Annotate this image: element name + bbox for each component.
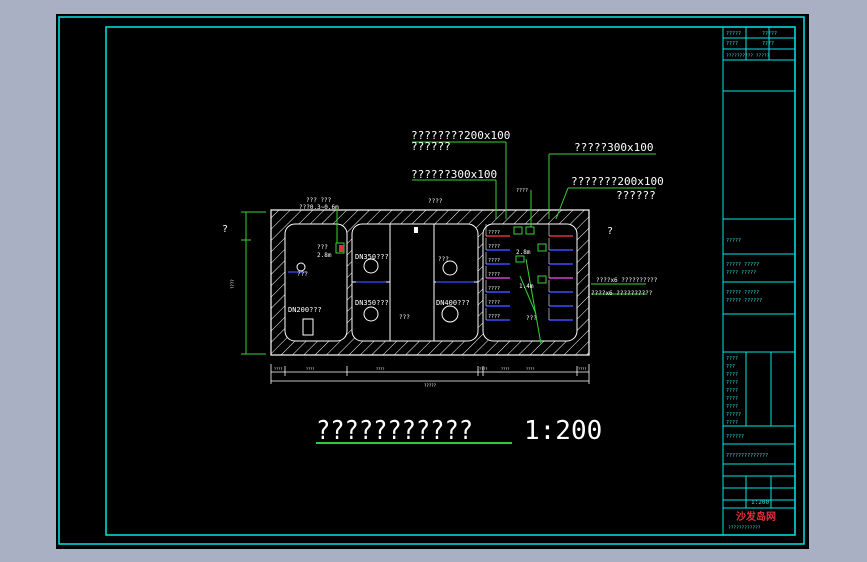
- tb-left-item: ????: [726, 388, 738, 394]
- bracket-label: ????: [488, 244, 500, 250]
- tb-left-item: ?????: [726, 412, 741, 418]
- side-left-mark: ?: [222, 224, 228, 235]
- title-block: ????? ????? ???? ???? ?????????? ????? ?…: [722, 27, 795, 535]
- tb-drawing-title: ??????????????: [726, 453, 768, 459]
- tray-right-1: ???????200x100: [571, 175, 664, 188]
- tb-mid-2: ????? ?????: [726, 262, 759, 268]
- bracket-label: ????: [488, 272, 500, 278]
- bottom-dim-label: ????: [376, 367, 384, 371]
- bottom-total: ?????: [424, 383, 437, 388]
- company-logo: 沙发岛网: [736, 510, 776, 523]
- side-right-mark: ?: [607, 226, 613, 237]
- bottom-dimensions: [270, 364, 590, 384]
- left-tag: ???: [317, 244, 328, 251]
- bottom-dim-label: ????: [526, 367, 534, 371]
- tb-top-1: ?????: [762, 31, 777, 37]
- tb-left-item: ????: [726, 396, 738, 402]
- tb-mid-3: ???? ?????: [726, 270, 756, 276]
- left-tag-2: ???: [297, 271, 308, 278]
- company-sub: ????????????: [728, 525, 761, 531]
- bracket-label: ????: [488, 286, 500, 292]
- bracket-label: ????: [488, 314, 500, 320]
- bracket-label: ????: [488, 300, 500, 306]
- bracket-label: ????: [488, 230, 500, 236]
- cross-section: ????????????????????????????: [270, 209, 590, 356]
- tb-mid-1: ?????: [726, 238, 741, 244]
- vent-size: ???0.3~0.6m: [299, 204, 339, 211]
- tb-left-item: ????: [726, 404, 738, 410]
- tb-scale: 1:200: [751, 499, 769, 506]
- mid-dim-2: 1.4m: [519, 283, 534, 290]
- main-title: ???????????: [316, 416, 473, 446]
- vent-label: ??? ???: [306, 197, 332, 204]
- tray-left: ??????300x100: [411, 168, 497, 181]
- cable-count-1: ????x6 ??????????: [596, 277, 658, 284]
- vertical-dim: ????: [230, 279, 235, 289]
- bottom-dim-label: ????: [479, 367, 487, 371]
- mid-dim: 2.8m: [516, 249, 531, 256]
- tb-left-item: ????: [726, 356, 738, 362]
- tb-top-0: ?????: [726, 31, 741, 37]
- pipe-dn350-b-label: DN350???: [355, 299, 389, 307]
- center-tag: ???: [399, 314, 410, 321]
- hatch-label: ????: [428, 198, 443, 205]
- tb-drawing-name: ??????: [726, 434, 744, 440]
- pipe-dn400-label: DN400???: [436, 299, 470, 307]
- tb-mid-4: ????? ?????: [726, 290, 759, 296]
- bottom-dim-label: ????: [578, 367, 586, 371]
- main-scale: 1:200: [524, 416, 602, 446]
- pipe-dn200-label: DN200???: [288, 306, 322, 314]
- hatch-marker: [414, 227, 418, 233]
- cable-count-2: ????x6 ??????????: [591, 290, 653, 297]
- bracket-label: ????: [488, 258, 500, 264]
- chamber-1: [284, 223, 348, 342]
- tb-top-3: ????: [726, 41, 738, 47]
- bottom-dim-label: ????: [306, 367, 314, 371]
- tray-top-right: ?????300x100: [574, 141, 653, 154]
- right-tag-2: ???: [438, 256, 449, 263]
- cad-drawing: ????? ????? ???? ???? ?????????? ????? ?…: [58, 16, 805, 545]
- tb-mid-5: ????? ??????: [726, 298, 762, 304]
- tb-left-item: ???: [726, 364, 735, 370]
- tb-left-item: ????: [726, 380, 738, 386]
- tb-left-item: ????: [726, 420, 738, 426]
- tb-top-2: ????: [762, 41, 774, 47]
- mid-small: ????: [516, 188, 528, 194]
- bottom-dim-label: ????: [501, 367, 509, 371]
- tray-right-2: ??????: [616, 189, 656, 202]
- pipe-dn350-a-label: DN350???: [355, 253, 389, 261]
- mid-tag: ???: [526, 315, 537, 322]
- tb-left-item: ????: [726, 372, 738, 378]
- tray-top-center-2: ??????: [411, 140, 451, 153]
- bottom-dim-label: ????: [274, 367, 282, 371]
- drawing-sheet: ????? ????? ???? ???? ?????????? ????? ?…: [56, 14, 809, 549]
- tb-top-row: ?????????? ?????: [726, 53, 770, 59]
- left-dim: 2.8m: [317, 252, 332, 259]
